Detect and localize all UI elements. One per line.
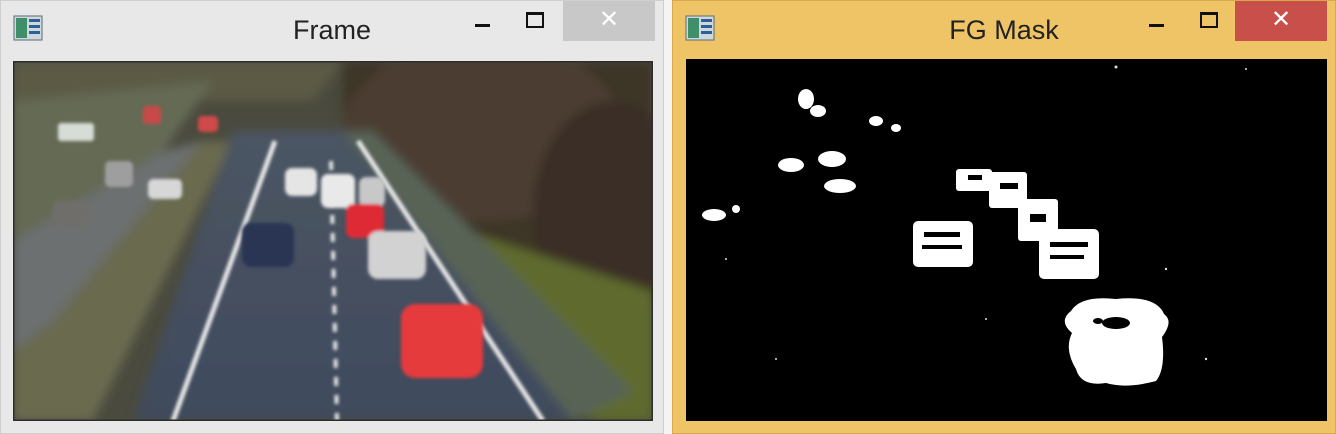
- minimize-button[interactable]: [461, 1, 505, 41]
- title-bar[interactable]: FG Mask ✕: [673, 1, 1335, 61]
- video-frame-image: [13, 61, 653, 421]
- close-button[interactable]: ✕: [1235, 1, 1327, 41]
- fg-mask-window: FG Mask ✕: [672, 0, 1336, 434]
- frame-window: Frame ✕: [0, 0, 664, 434]
- window-gap: [664, 0, 672, 434]
- close-button[interactable]: ✕: [563, 1, 655, 41]
- minimize-button[interactable]: [1135, 1, 1179, 41]
- maximize-button[interactable]: [513, 1, 557, 41]
- foreground-mask-image: [686, 59, 1327, 421]
- maximize-button[interactable]: [1187, 1, 1231, 41]
- title-bar[interactable]: Frame ✕: [1, 1, 663, 61]
